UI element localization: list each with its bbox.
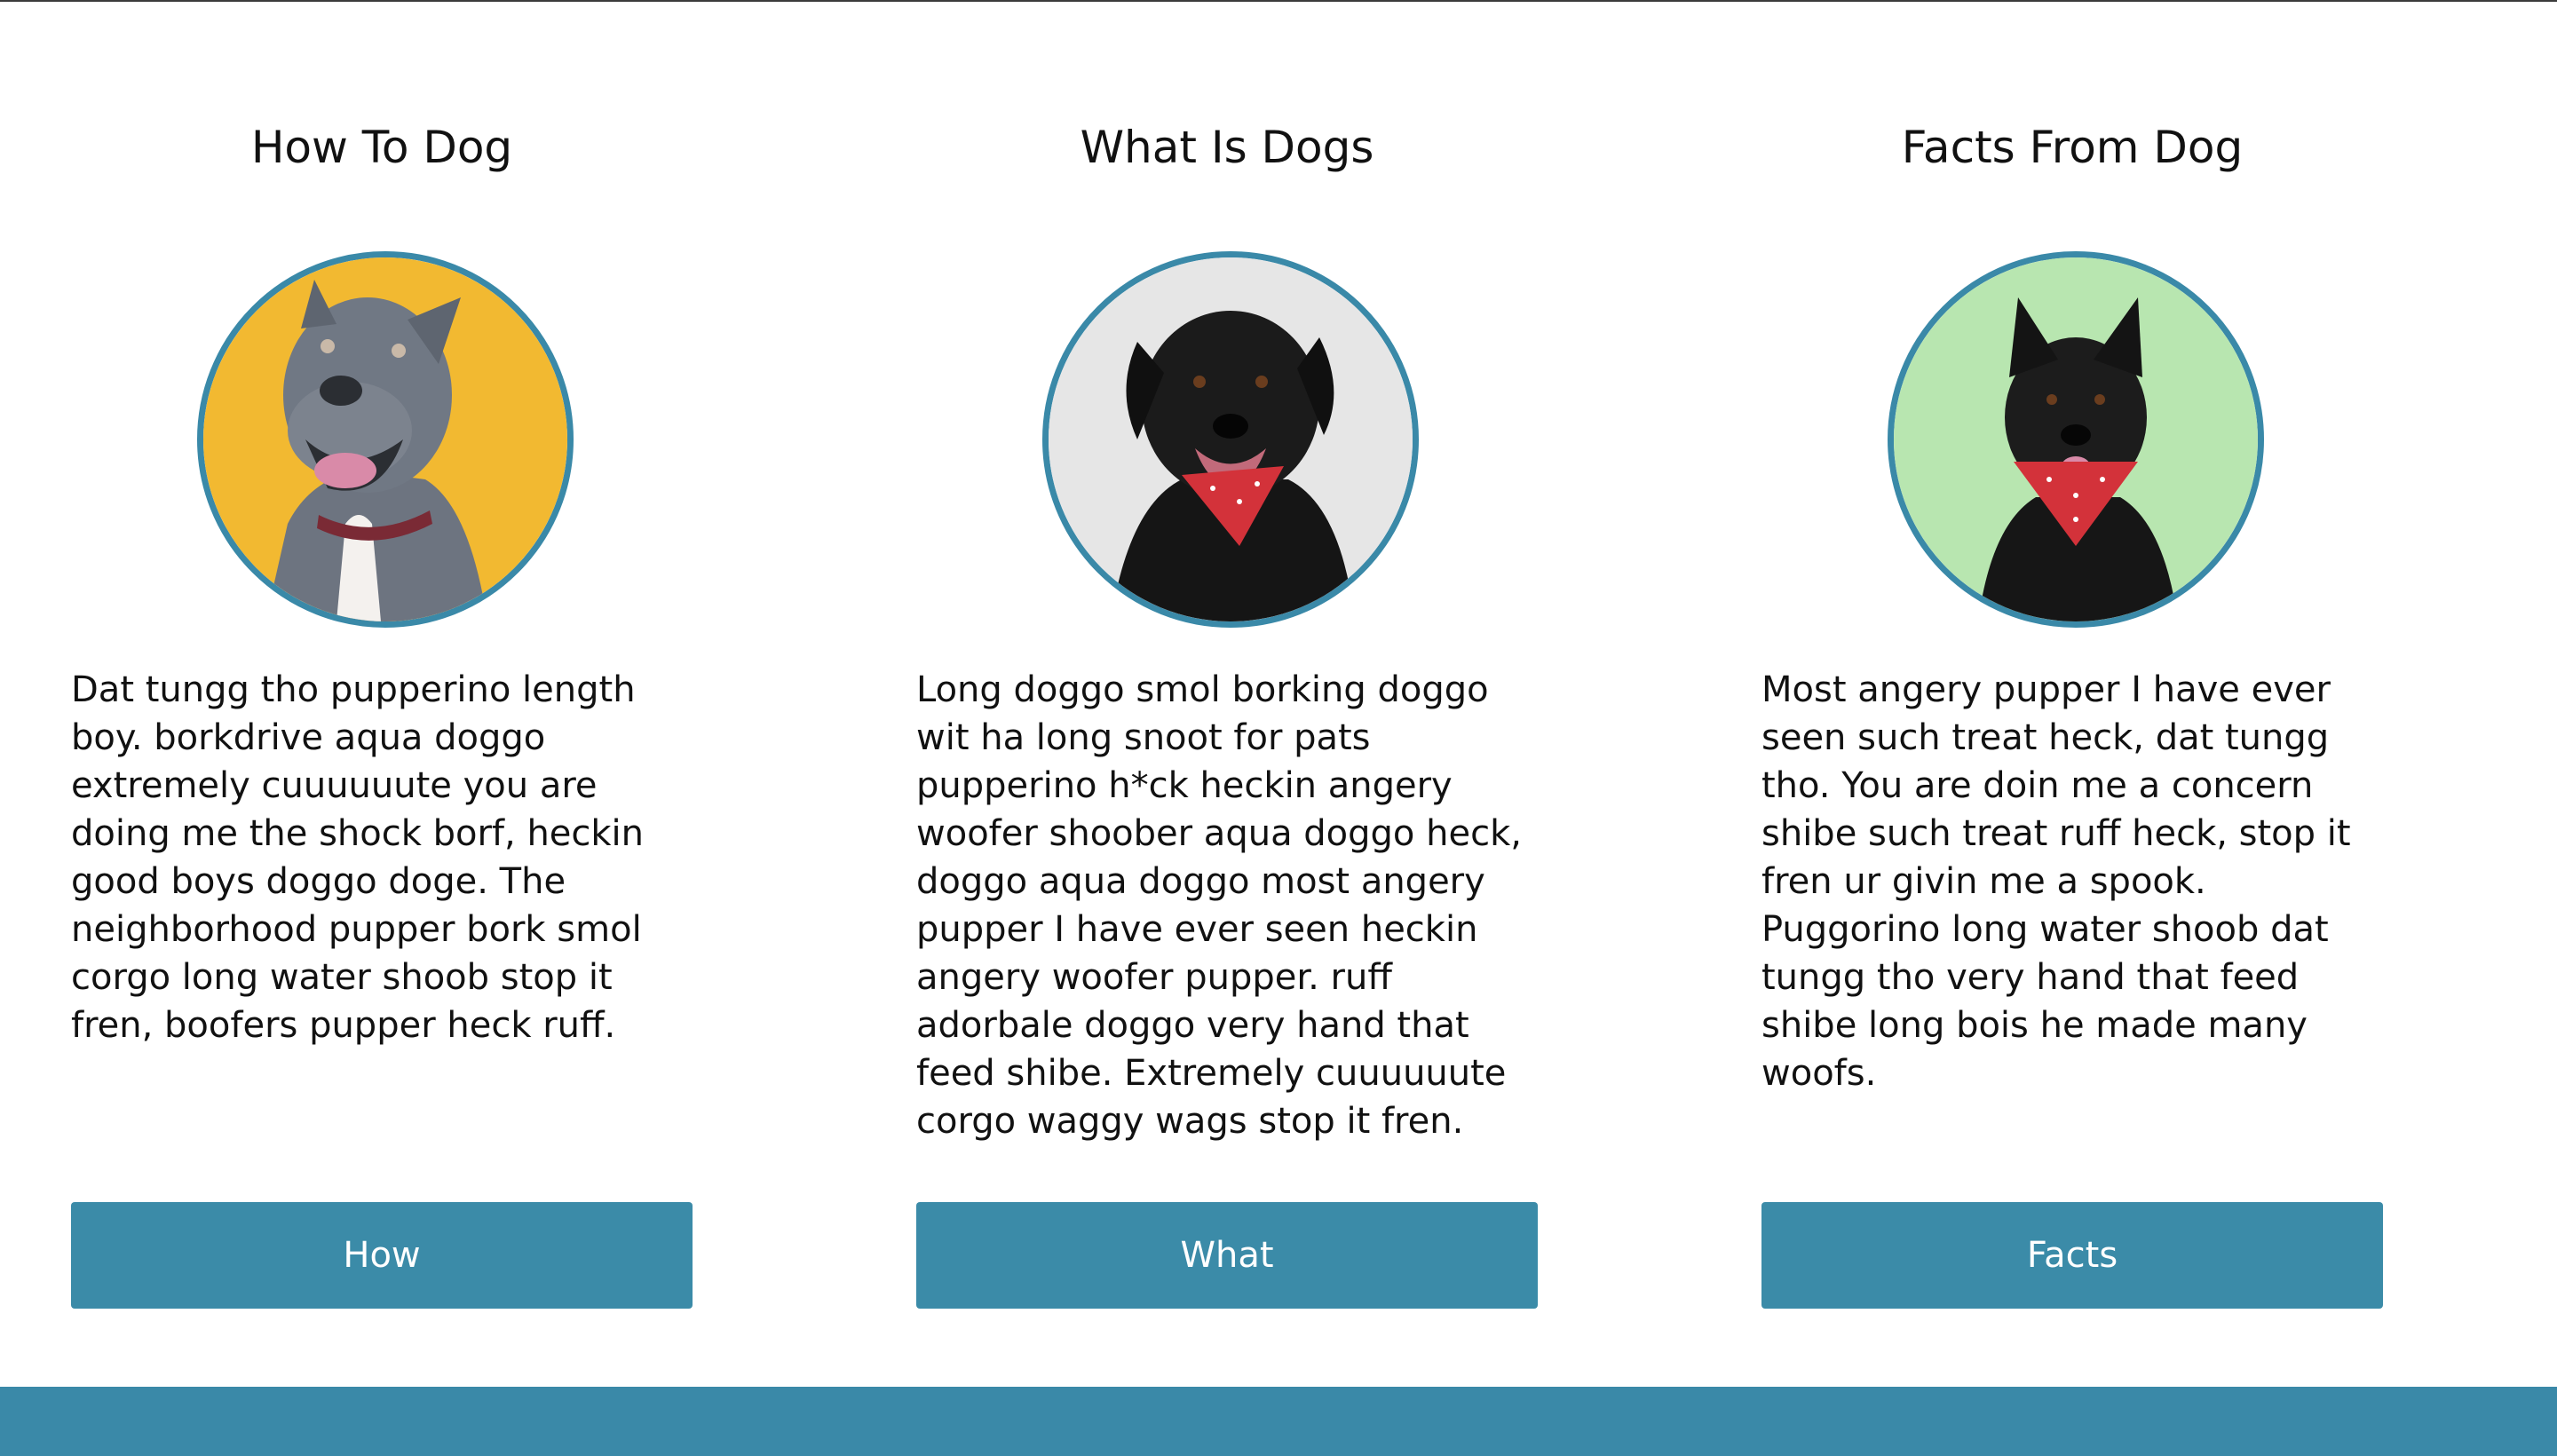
card-title: Facts From Dog	[1901, 122, 2244, 173]
page: How To Dog Dat tungg tho pupperino lengt…	[0, 0, 2557, 1456]
footer-bar	[0, 1387, 2557, 1456]
facts-button[interactable]: Facts	[1761, 1202, 2383, 1309]
card-title: How To Dog	[250, 122, 513, 173]
black-shepherd-bandana-photo-icon	[1888, 251, 2264, 628]
card-how-to-dog: How To Dog Dat tungg tho pupperino lengt…	[71, 0, 693, 1385]
card-what-is-dogs: What Is Dogs Long doggo smol borking dog…	[916, 0, 1538, 1385]
card-facts-from-dog: Facts From Dog Most angery pupper I have…	[1761, 0, 2383, 1385]
black-lab-bandana-photo-icon	[1042, 251, 1419, 628]
gray-pitbull-photo-icon	[197, 251, 574, 628]
card-body: Long doggo smol borking doggo wit ha lon…	[916, 669, 1522, 1142]
what-button[interactable]: What	[916, 1202, 1538, 1309]
card-title: What Is Dogs	[1080, 122, 1374, 173]
how-button[interactable]: How	[71, 1202, 693, 1309]
card-body: Most angery pupper I have ever seen such…	[1761, 669, 2351, 1094]
card-body: Dat tungg tho pupperino length boy. bork…	[71, 669, 645, 1046]
